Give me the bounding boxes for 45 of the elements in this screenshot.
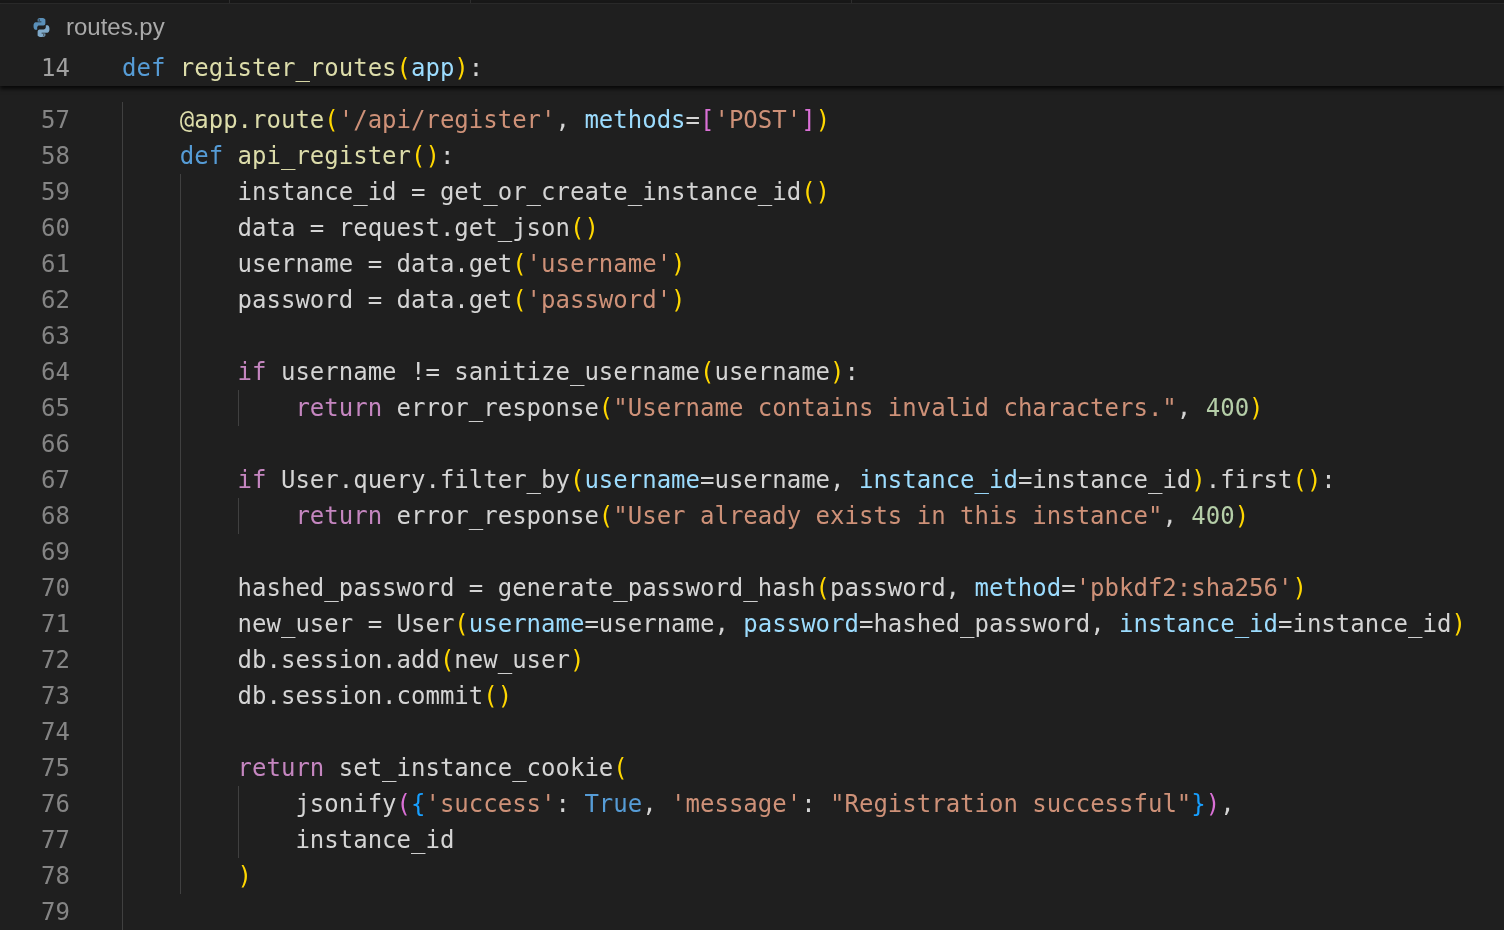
code-line: data = request.get_json(): [237, 213, 599, 244]
code-line: def register_routes(app):: [122, 53, 484, 84]
line-number: 75: [40, 754, 70, 782]
code-line: instance_id = get_or_create_instance_id(): [237, 177, 831, 208]
line-number: 73: [40, 682, 70, 710]
code-line: @app.route('/api/register', methods=['POST']): [179, 105, 831, 136]
line-number: 57: [40, 106, 70, 134]
code-line: return set_instance_cookie(: [237, 753, 628, 784]
code-line: return error_response("Username contains invalid characters.", 400): [295, 393, 1264, 424]
code-line: if User.query.filter_by(username=username, instance_id=instance_id).first():: [237, 465, 1336, 496]
line-number: 63: [40, 322, 70, 350]
line-number: 79: [40, 898, 70, 926]
line-number: 61: [40, 250, 70, 278]
code-line: db.session.add(new_user): [237, 645, 585, 676]
line-number: 67: [40, 466, 70, 494]
line-number: 65: [40, 394, 70, 422]
line-number: 59: [40, 178, 70, 206]
code-line: new_user = User(username=username, password=hashed_password, instance_id=instance_id): [237, 609, 1466, 640]
line-number: 68: [40, 502, 70, 530]
code-line: ): [237, 861, 253, 892]
file-name[interactable]: routes.py: [66, 13, 165, 41]
code-line: password = data.get('password'): [237, 285, 686, 316]
line-number: 77: [40, 826, 70, 854]
line-number: 72: [40, 646, 70, 674]
python-icon: [31, 16, 52, 38]
code-line: instance_id: [295, 825, 455, 856]
line-number: 70: [40, 574, 70, 602]
line-number: 60: [40, 214, 70, 242]
line-number: 69: [40, 538, 70, 566]
code-line: return error_response("User already exists in this instance", 400): [295, 501, 1250, 532]
line-number: 76: [40, 790, 70, 818]
code-line: if username != sanitize_username(username):: [237, 357, 859, 388]
line-number: 64: [40, 358, 70, 386]
line-number: 71: [40, 610, 70, 638]
code-line: db.session.commit(): [237, 681, 513, 712]
line-number: 74: [40, 718, 70, 746]
line-number: 14: [40, 54, 70, 82]
code-line: jsonify({'success': True, 'message': "Registration successful"}),: [295, 789, 1235, 820]
code-line: hashed_password = generate_password_hash(password, method='pbkdf2:sha256'): [237, 573, 1307, 604]
code-line: username = data.get('username'): [237, 249, 686, 280]
line-number: 66: [40, 430, 70, 458]
line-number: 62: [40, 286, 70, 314]
line-number: 58: [40, 142, 70, 170]
line-number: 78: [40, 862, 70, 890]
code-line: def api_register():: [179, 141, 455, 172]
